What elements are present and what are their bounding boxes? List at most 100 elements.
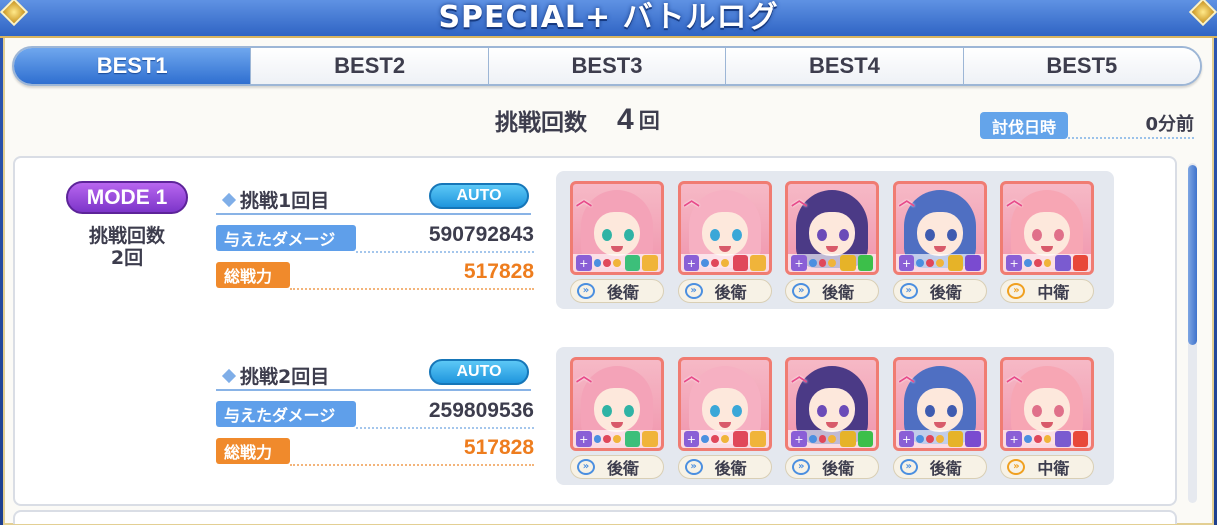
rank-up-chevron-icon: ︿	[898, 190, 915, 209]
character-portrait[interactable]: ︿ +	[677, 357, 772, 451]
character-eye	[924, 229, 935, 241]
rarity-dot-icon	[935, 259, 944, 267]
flask-icon	[947, 431, 964, 447]
damage-row: 与えたダメージ 259809536	[216, 399, 534, 431]
party-member[interactable]: ︿ +» 後衛	[570, 181, 670, 309]
party-member[interactable]: ︿ +» 後衛	[892, 357, 993, 485]
tab-best2[interactable]: BEST2	[250, 48, 488, 84]
tab-best5[interactable]: BEST5	[962, 48, 1200, 84]
character-portrait[interactable]: ︿ +	[570, 357, 664, 451]
slash-icon	[732, 431, 749, 447]
rank-badge-icon: +	[1006, 431, 1022, 447]
chat-heart-icon	[624, 255, 641, 271]
character-eye	[624, 229, 634, 241]
sun-icon	[750, 255, 766, 271]
party-member[interactable]: ︿ +» 後衛	[785, 181, 885, 309]
rarity-dot-icon	[935, 435, 944, 443]
title-bar: SPECIAL+ バトルログ	[0, 0, 1217, 38]
sun-icon	[642, 255, 659, 271]
position-arrow-icon: »	[1007, 459, 1026, 475]
position-label: 後衛	[714, 283, 747, 302]
wind-icon	[857, 431, 874, 447]
character-status-icons: +	[895, 254, 984, 272]
character-eye	[731, 229, 742, 241]
rarity-dot-icon	[1033, 259, 1042, 267]
character-status-icons: +	[573, 430, 661, 448]
character-portrait[interactable]: ︿ +	[892, 181, 987, 275]
rarity-dot-icon	[926, 435, 934, 443]
party-member[interactable]: ︿ + » 後衛	[570, 357, 670, 485]
position-label: 後衛	[606, 459, 639, 478]
position-badge: » 中衛	[1000, 455, 1095, 479]
character-portrait[interactable]: ︿ +	[1000, 181, 1095, 275]
rarity-dot-icon	[926, 259, 934, 267]
position-arrow-icon: »	[684, 283, 703, 299]
scrollbar[interactable]	[1188, 163, 1197, 503]
character-eye	[709, 405, 720, 417]
rank-badge-icon: +	[576, 431, 592, 447]
rarity-dot-icon	[1033, 435, 1042, 443]
party-lineup: ︿ +» 後衛 ︿ +» 後衛 ︿ +» 後衛 ︿ +» 後衛 ︿ +» 中衛	[556, 347, 1114, 485]
scrollbar-thumb[interactable]	[1188, 165, 1197, 345]
rarity-dot-icon	[710, 259, 719, 267]
damage-label: 与えたダメージ	[216, 401, 356, 427]
party-member[interactable]: ︿ +» 後衛	[677, 357, 778, 485]
character-portrait[interactable]: ︿ +	[677, 181, 772, 275]
character-status-icons: +	[788, 430, 877, 448]
defeat-time-underline	[1068, 137, 1194, 139]
character-portrait[interactable]: ︿ +	[1000, 357, 1095, 451]
damage-value: 259809536	[428, 399, 534, 422]
character-status-icons: +	[788, 254, 877, 272]
next-list-card	[13, 510, 1177, 524]
position-badge: » 後衛	[892, 279, 987, 303]
rarity-dot-icon	[808, 435, 817, 443]
power-value: 517828	[463, 436, 534, 459]
party-member[interactable]: ︿ + » 中衛	[1000, 181, 1100, 309]
character-portrait[interactable]: ︿ +	[785, 181, 880, 275]
rarity-dot-icon	[720, 435, 729, 443]
character-status-icons: +	[1003, 254, 1092, 272]
mode-badge: MODE 1	[66, 181, 188, 214]
rarity-dot-icon	[916, 259, 925, 267]
character-portrait[interactable]: ︿ +	[570, 181, 664, 275]
rank-badge-icon: +	[1006, 255, 1022, 271]
power-row: 総戦力 517828	[216, 260, 534, 292]
tab-best3[interactable]: BEST3	[487, 48, 726, 84]
character-portrait[interactable]: ︿ +	[892, 357, 987, 451]
character-eye	[946, 405, 957, 417]
defeat-time-value: 0分前	[1145, 114, 1194, 135]
rarity-dot-icon	[828, 259, 837, 267]
power-underline	[290, 288, 534, 290]
rarity-dot-icon	[613, 259, 621, 267]
character-eye	[602, 229, 612, 241]
position-badge: » 中衛	[1000, 279, 1095, 303]
character-status-icons: +	[895, 430, 984, 448]
party-member[interactable]: ︿ +» 後衛	[892, 181, 993, 309]
rarity-dot-icon	[808, 259, 817, 267]
tab-best4[interactable]: BEST4	[725, 48, 963, 84]
position-badge: » 後衛	[570, 455, 664, 479]
slash-icon	[732, 255, 749, 271]
rarity-dot-icon	[828, 435, 837, 443]
damage-label: 与えたダメージ	[216, 225, 356, 251]
tab-best1[interactable]: BEST1	[14, 48, 251, 84]
party-member[interactable]: ︿ +» 後衛	[785, 357, 885, 485]
rarity-dot-icon	[710, 435, 719, 443]
power-row: 総戦力 517828	[216, 436, 534, 468]
position-label: 後衛	[606, 283, 639, 302]
position-arrow-icon: »	[899, 459, 918, 475]
party-member[interactable]: ︿ + » 後衛	[677, 181, 778, 309]
position-label: 中衛	[1037, 459, 1070, 478]
mode-count-label: 挑戦回数	[88, 225, 165, 247]
position-arrow-icon: »	[577, 459, 595, 475]
character-portrait[interactable]: ︿ +	[785, 357, 880, 451]
rank-up-chevron-icon: ︿	[791, 190, 808, 209]
position-label: 中衛	[1037, 283, 1070, 302]
shield-icon	[1055, 431, 1071, 447]
sun-icon	[750, 431, 766, 447]
mode-attempt-count: 挑戦回数 2回	[60, 225, 194, 269]
party-member[interactable]: ︿ + » 中衛	[1000, 357, 1100, 485]
sun-icon	[642, 431, 659, 447]
character-eye	[731, 405, 742, 417]
mode-count-value: 2回	[110, 247, 144, 269]
